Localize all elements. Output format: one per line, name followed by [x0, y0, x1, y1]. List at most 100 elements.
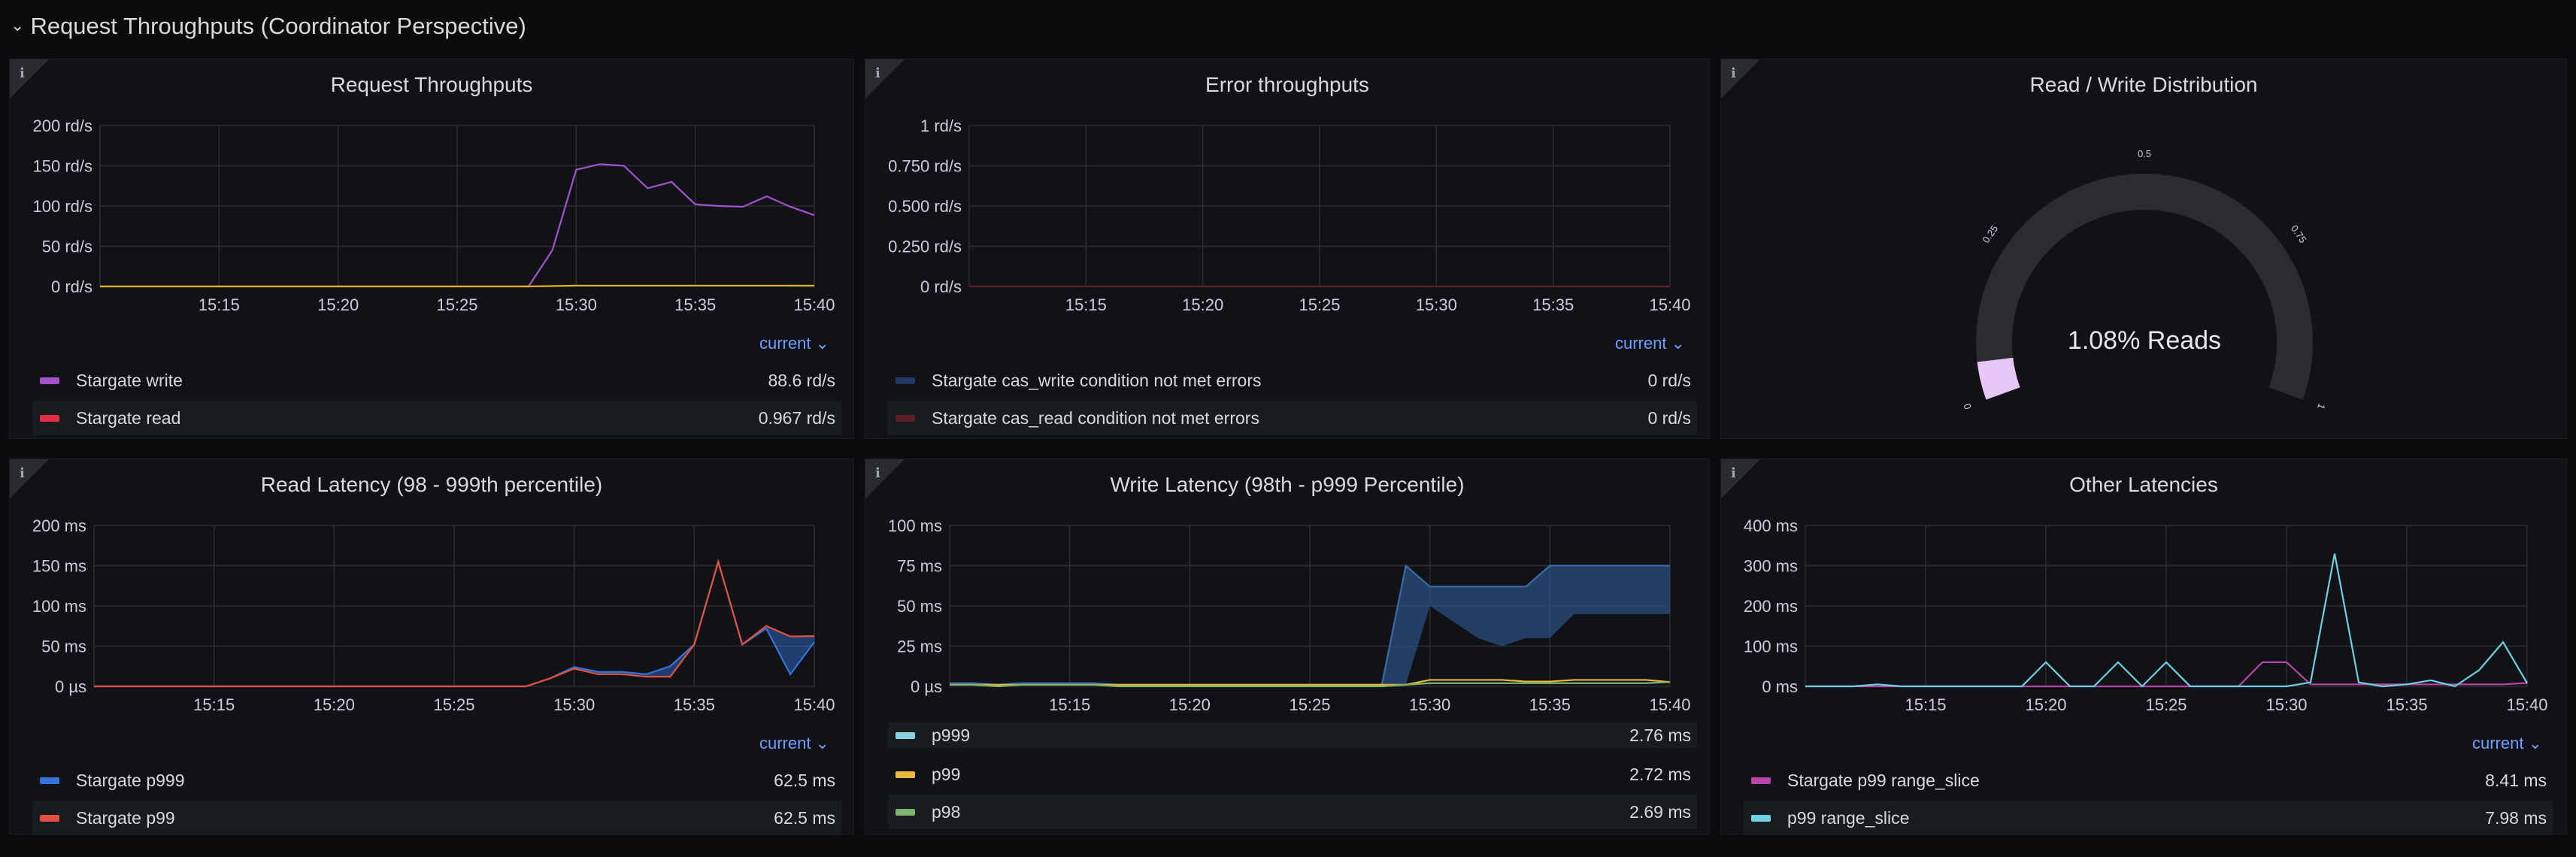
y-tick-label: 100 ms	[888, 516, 942, 535]
legend-label: Stargate write	[76, 370, 183, 390]
gauge-track	[1976, 174, 2313, 400]
legend-item[interactable]: Stargate cas_write condition not met err…	[888, 363, 1697, 398]
gauge-tick-label: 0.75	[2289, 223, 2309, 245]
chart-read-latency[interactable]: 0 µs 50 ms 100 ms 150 ms 200 ms 15:15 15:20 15:…	[10, 512, 855, 730]
legend-value: 2.72 ms	[1629, 764, 1691, 784]
x-tick-label: 15:40	[2506, 695, 2547, 714]
legend-swatch	[896, 731, 915, 739]
y-tick-label: 100 rd/s	[33, 197, 93, 216]
legend-item[interactable]: Stargate p99 range_slice 8.41 ms	[1744, 763, 2553, 798]
y-tick-label: 200 rd/s	[33, 117, 93, 135]
chart-other-latencies[interactable]: 0 ms 100 ms 200 ms 300 ms 400 ms 15:15 15:20 15…	[1721, 512, 2568, 730]
x-tick-label: 15:40	[793, 295, 835, 314]
legend-swatch	[40, 377, 59, 384]
legend-value: 2.69 ms	[1629, 801, 1691, 822]
legend-item[interactable]: p99 2.72 ms	[888, 757, 1697, 792]
row-title: Request Throughputs (Coordinator Perspec…	[30, 13, 526, 39]
panel-read-latency: i Read Latency (98 - 999th percentile) 0…	[9, 459, 855, 835]
gauge-tick-label: 0.5	[2138, 148, 2151, 159]
y-tick-label: 50 ms	[897, 597, 942, 616]
y-tick-label: 0 rd/s	[51, 277, 92, 296]
legend-value: 2.76 ms	[1629, 725, 1691, 745]
x-tick-label: 15:30	[2265, 695, 2307, 714]
legend-item[interactable]: Stargate write 88.6 rd/s	[32, 363, 841, 398]
gauge-fill	[1977, 357, 2020, 400]
chart-svg[interactable]: 0 µs 25 ms 50 ms 75 ms 100 ms 15:15 15:20 15:25…	[865, 512, 1710, 730]
x-tick-label: 15:20	[1182, 295, 1223, 314]
x-tick-label: 15:25	[2145, 695, 2187, 714]
legend-item[interactable]: p99 range_slice 7.98 ms	[1744, 801, 2553, 835]
legend-swatch	[40, 777, 59, 784]
legend-swatch	[1751, 814, 1771, 822]
chart-write-latency[interactable]: 0 µs 25 ms 50 ms 75 ms 100 ms 15:15 15:20 15:25…	[865, 512, 1710, 730]
chart-svg[interactable]: 0 rd/s 50 rd/s 100 rd/s 150 rd/s 200 rd/s 15:…	[10, 112, 855, 330]
legend-label: Stargate read	[76, 407, 181, 428]
legend-sort-current[interactable]: current ⌄	[2472, 734, 2542, 753]
panel-read-write-distribution: i Read / Write Distribution 0 0.25 0.5 0.75…	[1720, 59, 2567, 439]
panel-title[interactable]: Request Throughputs	[10, 73, 853, 97]
x-tick-label: 15:25	[433, 695, 474, 714]
panel-title[interactable]: Error throughputs	[865, 73, 1709, 97]
legend-item[interactable]: Stargate p999 62.5 ms	[32, 763, 841, 798]
legend-label: Stargate cas_read condition not met erro…	[932, 407, 1259, 428]
panel-error-throughputs: i Error throughputs 0 rd/s 0.250 rd/s 0.50…	[865, 59, 1710, 439]
legend-value: 8.41 ms	[2485, 770, 2547, 790]
chevron-down-icon[interactable]: ⌄	[11, 16, 24, 35]
y-tick-label: 0.250 rd/s	[888, 238, 962, 256]
legend-item[interactable]: Stargate read 0.967 rd/s	[32, 401, 841, 435]
x-tick-label: 15:15	[1049, 695, 1090, 714]
x-tick-label: 15:20	[314, 695, 355, 714]
legend-item[interactable]: Stargate p99 62.5 ms	[32, 801, 841, 835]
x-tick-label: 15:40	[1649, 295, 1690, 314]
legend-swatch	[896, 771, 915, 778]
legend-sort-current[interactable]: current ⌄	[759, 734, 829, 753]
chart-error-throughputs[interactable]: 0 rd/s 0.250 rd/s 0.500 rd/s 0.750 rd/s 1 rd…	[865, 112, 1711, 330]
y-tick-label: 50 ms	[41, 637, 86, 656]
y-tick-label: 50 rd/s	[42, 238, 92, 256]
legend-label: p999	[932, 725, 971, 745]
x-tick-label: 15:35	[674, 695, 715, 714]
legend-item[interactable]: p999 2.76 ms	[888, 722, 1697, 748]
legend-item[interactable]: p98 2.69 ms	[888, 795, 1697, 829]
y-tick-label: 0 rd/s	[920, 277, 962, 296]
chart-svg[interactable]: 0 ms 100 ms 200 ms 300 ms 400 ms 15:15 15:20 15…	[1721, 512, 2568, 730]
chart-svg[interactable]: 0 µs 50 ms 100 ms 150 ms 200 ms 15:15 15:20 15:…	[10, 512, 855, 730]
x-tick-label: 15:30	[1416, 295, 1457, 314]
y-tick-label: 0.500 rd/s	[888, 197, 962, 216]
x-tick-label: 15:35	[674, 295, 716, 314]
x-tick-label: 15:30	[556, 295, 597, 314]
legend-item[interactable]: Stargate cas_read condition not met erro…	[888, 401, 1697, 435]
y-tick-label: 0.750 rd/s	[888, 157, 962, 176]
panel-title[interactable]: Other Latencies	[1721, 473, 2566, 497]
gauge-tick-label: 1	[2315, 402, 2328, 411]
panel-title[interactable]: Write Latency (98th - p999 Percentile)	[865, 473, 1709, 497]
x-tick-label: 15:35	[1529, 695, 1571, 714]
row-header[interactable]: ⌄ Request Throughputs (Coordinator Persp…	[11, 8, 526, 45]
panel-title[interactable]: Read Latency (98 - 999th percentile)	[10, 473, 853, 497]
legend-label: Stargate p99 range_slice	[1787, 770, 1980, 790]
y-tick-label: 100 ms	[32, 597, 86, 616]
x-tick-label: 15:15	[199, 295, 240, 314]
x-tick-label: 15:20	[2025, 695, 2066, 714]
legend-label: Stargate p99	[76, 807, 175, 828]
legend-value: 0 rd/s	[1647, 370, 1691, 390]
chart-svg[interactable]: 0 rd/s 0.250 rd/s 0.500 rd/s 0.750 rd/s 1 rd…	[865, 112, 1711, 330]
legend-sort-current[interactable]: current ⌄	[759, 334, 829, 353]
legend-sort-current[interactable]: current ⌄	[1615, 334, 1685, 353]
legend-label: p99	[932, 764, 961, 784]
y-tick-label: 150 rd/s	[33, 157, 93, 176]
legend-swatch	[1751, 777, 1771, 784]
x-tick-label: 15:25	[436, 295, 477, 314]
legend-value: 88.6 rd/s	[768, 370, 836, 390]
legend-label: Stargate p999	[76, 770, 185, 790]
legend-value: 0.967 rd/s	[758, 407, 835, 428]
x-tick-label: 15:40	[1649, 695, 1690, 714]
gauge: 0 0.25 0.5 0.75 1	[1961, 148, 2328, 411]
legend-swatch	[896, 414, 915, 422]
y-tick-label: 25 ms	[897, 637, 942, 656]
chart-request-throughputs[interactable]: 0 rd/s 50 rd/s 100 rd/s 150 rd/s 200 rd/s 15:…	[10, 112, 855, 330]
x-tick-label: 15:30	[553, 695, 595, 714]
gauge-tick-label: 0.25	[1980, 223, 2000, 245]
x-tick-label: 15:25	[1289, 695, 1330, 714]
x-tick-label: 15:35	[2386, 695, 2427, 714]
